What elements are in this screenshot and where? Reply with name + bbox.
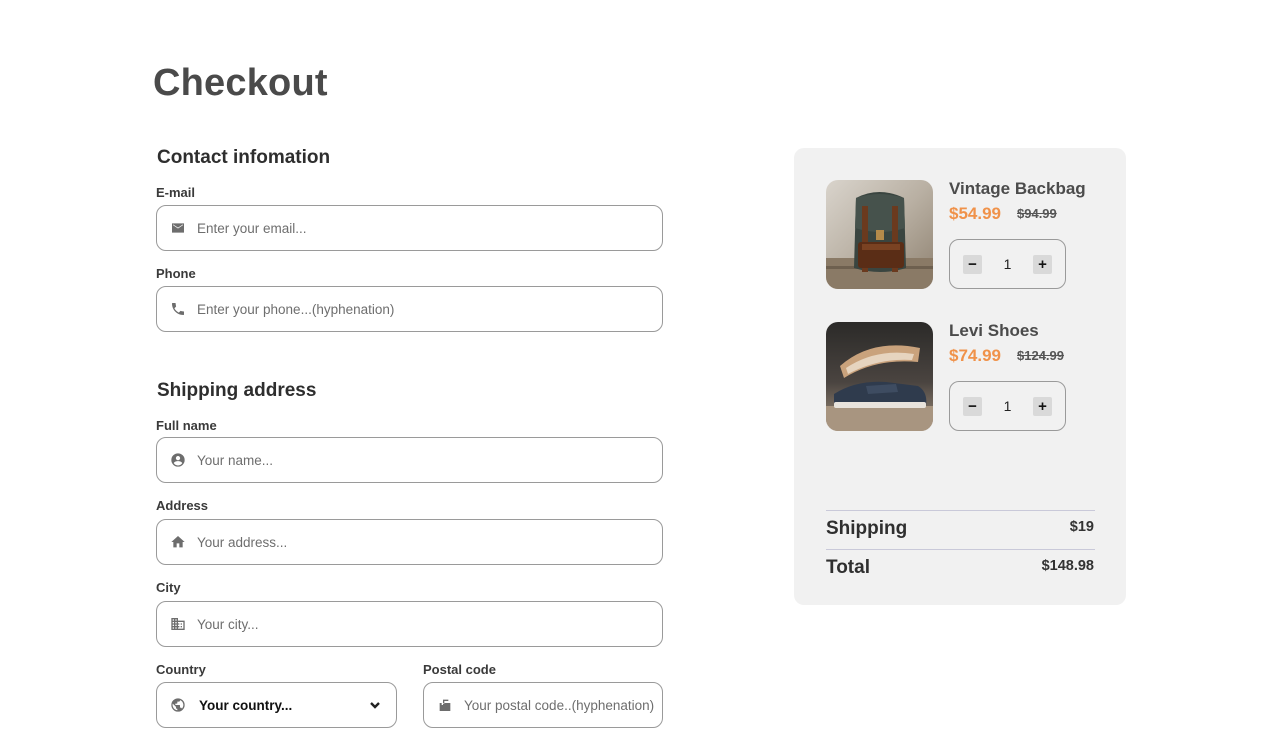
- country-select-value: Your country...: [199, 697, 293, 713]
- cart-item-old-price: $94.99: [1017, 206, 1057, 221]
- summary-divider: [826, 549, 1095, 550]
- cart-item-name: Levi Shoes: [949, 321, 1039, 340]
- vintage-backbag-image: [826, 180, 933, 289]
- country-label: Country: [156, 662, 206, 677]
- total-value: $148.98: [1041, 558, 1094, 574]
- address-input[interactable]: [197, 520, 662, 564]
- address-label: Address: [156, 498, 209, 513]
- email-field[interactable]: [156, 205, 663, 251]
- shipping-cost-label: Shipping: [826, 518, 908, 539]
- increase-quantity-button[interactable]: +: [1033, 255, 1052, 274]
- email-label: E-mail: [156, 185, 196, 200]
- country-select[interactable]: Your country...: [156, 682, 397, 728]
- page-title: Checkout: [153, 62, 328, 104]
- increase-quantity-button[interactable]: +: [1033, 397, 1052, 416]
- globe-icon: [170, 697, 186, 713]
- quantity-stepper: − 1 +: [949, 239, 1066, 289]
- shipping-cost-value: $19: [1069, 519, 1094, 535]
- email-input[interactable]: [197, 206, 662, 250]
- phone-field[interactable]: [156, 286, 663, 332]
- postal-code-field[interactable]: [423, 682, 663, 728]
- levi-shoes-image: [826, 322, 933, 431]
- cart-item-price: $54.99: [949, 204, 1001, 223]
- cart-item-name: Vintage Backbag: [949, 179, 1086, 198]
- total-label: Total: [826, 557, 870, 578]
- quantity-stepper: − 1 +: [949, 381, 1066, 431]
- full-name-input[interactable]: [197, 438, 662, 482]
- city-label: City: [156, 580, 181, 595]
- summary-divider: [826, 510, 1095, 511]
- chevron-down-icon[interactable]: [368, 698, 382, 712]
- address-field[interactable]: [156, 519, 663, 565]
- contact-section-title: Contact infomation: [157, 147, 331, 168]
- postal-code-label: Postal code: [423, 662, 496, 677]
- phone-input[interactable]: [197, 287, 662, 331]
- shipping-section-title: Shipping address: [157, 380, 317, 401]
- home-icon: [170, 534, 186, 550]
- cart-item-old-price: $124.99: [1017, 348, 1064, 363]
- city-input[interactable]: [197, 602, 662, 646]
- mailbox-icon: [437, 697, 453, 713]
- mail-icon: [170, 220, 186, 236]
- building-icon: [170, 616, 186, 632]
- city-field[interactable]: [156, 601, 663, 647]
- full-name-field[interactable]: [156, 437, 663, 483]
- postal-code-input[interactable]: [464, 683, 662, 727]
- full-name-label: Full name: [156, 418, 217, 433]
- cart-item-price: $74.99: [949, 346, 1001, 365]
- phone-label: Phone: [156, 266, 196, 281]
- phone-icon: [170, 301, 186, 317]
- person-icon: [170, 452, 186, 468]
